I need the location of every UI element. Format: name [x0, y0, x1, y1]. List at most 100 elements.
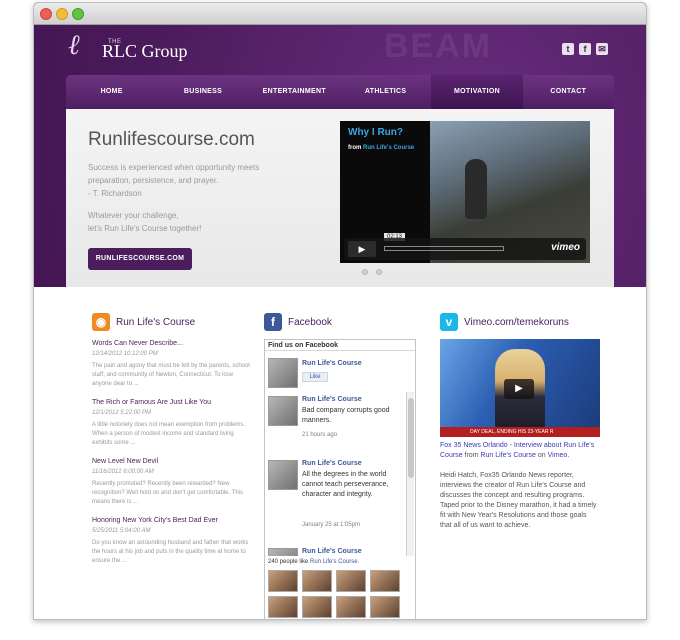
like-count-page-link[interactable]: Run Life's Course.: [310, 559, 359, 565]
fan-avatar[interactable]: [370, 570, 400, 592]
caption-site-link[interactable]: Vimeo.: [548, 452, 570, 459]
hero-video-player[interactable]: Why I Run? from Run Life's Course 02:13 …: [340, 121, 590, 263]
like-count-text: 240 people like: [268, 559, 309, 565]
post-date: 12/14/2012 10:12:00 PM: [92, 351, 158, 357]
main-nav: HOME BUSINESS ENTERTAINMENT ATHLETICS MO…: [66, 75, 614, 114]
facebook-post-avatar[interactable]: [268, 460, 298, 490]
facebook-post: Run Life's Course Bad company corrupts g…: [268, 396, 406, 456]
facebook-scrollbar[interactable]: [406, 392, 414, 556]
facebook-box-title: Find us on Facebook: [265, 340, 415, 351]
post-date: 12/1/2012 5:22:00 PM: [92, 410, 152, 416]
blog-post: New Level New Devil 11/16/2012 6:00:00 A…: [92, 457, 252, 507]
hero-sub-line1: Whatever your challenge,: [88, 211, 179, 220]
caption-on: on: [537, 452, 546, 459]
window-titlebar: [34, 3, 646, 25]
email-icon[interactable]: ✉: [596, 43, 608, 55]
hero-sub-line2: let's Run Life's Course together!: [88, 224, 202, 233]
facebook-widget: Find us on Facebook Run Life's Course Li…: [264, 339, 416, 619]
runlifescourse-button[interactable]: RUNLIFESCOURSE.COM: [88, 248, 192, 270]
vimeo-description: Heidi Hatch, Fox35 Orlando News reporter…: [440, 472, 597, 529]
zoom-window-button[interactable]: [72, 8, 84, 20]
facebook-post-avatar[interactable]: [268, 548, 298, 556]
blog-heading: ◉ Run Life's Course: [92, 313, 195, 331]
blog-post: Honoring New York City's Best Dad Ever 5…: [92, 516, 252, 566]
post-title[interactable]: Honoring New York City's Best Dad Ever: [92, 516, 252, 526]
facebook-post: Run Life's Course All the degrees in the…: [268, 460, 406, 550]
slider-dot[interactable]: [362, 269, 368, 275]
slider-dot[interactable]: [376, 269, 382, 275]
nav-business[interactable]: BUSINESS: [157, 75, 248, 109]
hero-subtext: Whatever your challenge, let's Run Life'…: [88, 209, 298, 235]
social-links: t f ✉: [562, 43, 608, 55]
video-from-label: from: [348, 145, 362, 151]
play-icon[interactable]: ▶: [348, 241, 376, 257]
facebook-fan-faces: [268, 570, 412, 618]
facebook-heading-label[interactable]: Facebook: [288, 317, 332, 328]
vimeo-caption: Fox 35 News Orlando - Interview about Ru…: [440, 441, 600, 461]
fan-avatar[interactable]: [336, 570, 366, 592]
facebook-icon[interactable]: f: [579, 43, 591, 55]
vimeo-icon[interactable]: v: [440, 313, 458, 331]
facebook-post-avatar[interactable]: [268, 396, 298, 426]
fan-avatar[interactable]: [268, 596, 298, 618]
fan-avatar[interactable]: [302, 570, 332, 592]
facebook-page-avatar[interactable]: [268, 358, 298, 388]
content-area: ◉ Run Life's Course Words Can Never Desc…: [34, 287, 646, 619]
nav-home[interactable]: HOME: [66, 75, 157, 109]
close-window-button[interactable]: [40, 8, 52, 20]
video-controls: ▶ vimeo: [344, 238, 586, 260]
caption-channel-link[interactable]: Run Life's Course: [480, 452, 535, 459]
post-date: 5/25/2011 5:04:00 AM: [92, 528, 151, 534]
facebook-like-count: 240 people like Run Life's Course.: [268, 559, 359, 565]
facebook-like-button[interactable]: Like: [302, 372, 328, 382]
slider-pagination: [362, 269, 382, 275]
facebook-post-author[interactable]: Run Life's Course: [302, 548, 362, 555]
nav-contact[interactable]: CONTACT: [523, 75, 614, 109]
hero-quote: Success is experienced when opportunity …: [88, 161, 298, 200]
fan-avatar[interactable]: [370, 596, 400, 618]
nav-motivation[interactable]: MOTIVATION: [431, 75, 523, 114]
vimeo-section: ▶ DAY DEAL, ENDING HIS 23-YEAR R Fox 35 …: [440, 339, 600, 531]
twitter-icon[interactable]: t: [562, 43, 574, 55]
news-ticker: DAY DEAL, ENDING HIS 23-YEAR R: [440, 427, 600, 437]
facebook-icon[interactable]: f: [264, 313, 282, 331]
facebook-page-card: Run Life's Course Like: [268, 358, 408, 388]
post-excerpt: Do you know an astounding husband and fa…: [92, 540, 249, 564]
post-excerpt: A little notoriety does not mean exempti…: [92, 422, 246, 446]
nav-entertainment[interactable]: ENTERTAINMENT: [249, 75, 340, 109]
post-title[interactable]: The Rich or Famous Are Just Like You: [92, 398, 252, 408]
facebook-post-time: 21 hours ago: [302, 432, 338, 438]
video-title[interactable]: Why I Run?: [348, 127, 403, 138]
vimeo-video-thumbnail[interactable]: ▶ DAY DEAL, ENDING HIS 23-YEAR R: [440, 339, 600, 437]
site-logo[interactable]: ℓ THE RLC Group: [68, 31, 188, 63]
facebook-post-author[interactable]: Run Life's Course: [302, 396, 362, 403]
minimize-window-button[interactable]: [56, 8, 68, 20]
post-excerpt: Recently promoted? Recently been rewarde…: [92, 481, 244, 505]
vimeo-heading-label[interactable]: Vimeo.com/temekoruns: [464, 317, 569, 328]
fan-avatar[interactable]: [336, 596, 366, 618]
post-title[interactable]: New Level New Devil: [92, 457, 252, 467]
facebook-post: Run Life's Course: [268, 548, 406, 556]
fan-avatar[interactable]: [268, 570, 298, 592]
facebook-post-author[interactable]: Run Life's Course: [302, 460, 362, 467]
quote-text: Success is experienced when opportunity …: [88, 163, 260, 185]
video-progress-bar[interactable]: [384, 246, 504, 251]
facebook-page-name[interactable]: Run Life's Course: [302, 360, 362, 367]
nav-athletics[interactable]: ATHLETICS: [340, 75, 431, 109]
play-icon[interactable]: ▶: [504, 379, 534, 399]
facebook-post-time: January 25 at 1:05pm: [302, 522, 361, 528]
website: BEAM ℓ THE RLC Group t f ✉ HOME BUSINESS…: [34, 25, 646, 619]
fan-avatar[interactable]: [302, 596, 332, 618]
browser-window: BEAM ℓ THE RLC Group t f ✉ HOME BUSINESS…: [33, 2, 647, 620]
vimeo-logo[interactable]: vimeo: [551, 242, 580, 253]
hero-panel: Runlifescourse.com Success is experience…: [66, 109, 614, 287]
rss-icon[interactable]: ◉: [92, 313, 110, 331]
blog-heading-label[interactable]: Run Life's Course: [116, 317, 195, 328]
post-title[interactable]: Words Can Never Describe...: [92, 339, 252, 349]
facebook-scroll-thumb[interactable]: [408, 398, 414, 478]
logo-clef-icon: ℓ: [68, 30, 80, 61]
header-watermark: BEAM: [384, 27, 493, 65]
quote-author: - T. Richardson: [88, 189, 142, 198]
video-channel-link[interactable]: Run Life's Course: [363, 145, 414, 151]
vimeo-heading: v Vimeo.com/temekoruns: [440, 313, 569, 331]
